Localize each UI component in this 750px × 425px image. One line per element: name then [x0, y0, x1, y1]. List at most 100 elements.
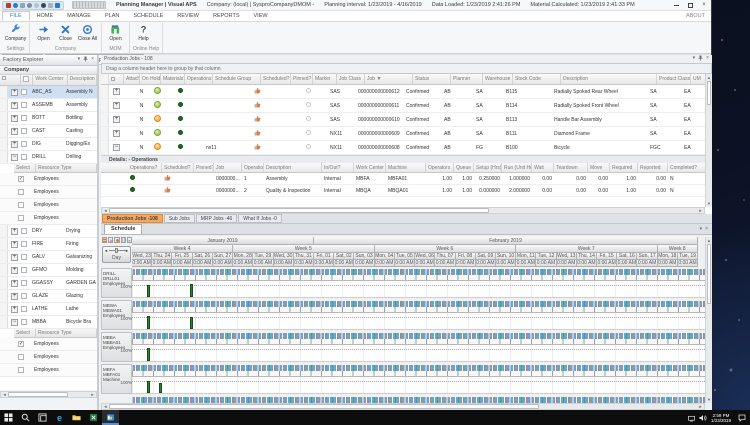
resource-row[interactable]: ✓Employees	[0, 173, 97, 186]
column-header-marker[interactable]: Marker	[313, 74, 337, 84]
expand-icon[interactable]: +	[11, 293, 18, 300]
day-header-cell[interactable]: Sun, 17	[637, 253, 657, 260]
ribbon-button-open[interactable]: Open	[105, 23, 126, 42]
work-center-row[interactable]: +DRYDrying	[0, 225, 97, 238]
pin-icon[interactable]	[698, 55, 703, 63]
time-header-cell[interactable]: 0:00 AM	[132, 260, 152, 267]
time-header-cell[interactable]: 0:00 AM	[233, 260, 253, 267]
day-header-cell[interactable]: Sat, 16	[617, 253, 637, 260]
column-header-planner[interactable]: Planner	[451, 74, 483, 84]
work-center-row[interactable]: −MBBABicycle Bra	[0, 316, 97, 329]
shift-calendar-strip[interactable]	[132, 300, 705, 307]
time-header-cell[interactable]: 0:00 AM	[354, 260, 374, 267]
expand-icon[interactable]: +	[11, 228, 18, 235]
resource-row[interactable]: ✓Employees	[0, 338, 97, 351]
collapse-icon[interactable]: −	[113, 144, 120, 151]
resource-select-checkbox[interactable]	[18, 215, 24, 221]
day-header-cell[interactable]: Sun, 27	[213, 253, 233, 260]
resource-select-checkbox[interactable]	[18, 367, 24, 373]
job-row[interactable]: +NSAS000000000000610ConfirmedABSAB113Han…	[101, 113, 712, 127]
resource-label[interactable]: MBFAMBFA01Machine100%	[101, 364, 132, 394]
stripes-icon[interactable]	[102, 237, 107, 243]
collapse-icon[interactable]: −	[11, 154, 18, 161]
day-header-cell[interactable]: Sat, 02	[334, 253, 354, 260]
work-center-row[interactable]: +BOTTBottling	[0, 112, 97, 125]
file-explorer-icon[interactable]	[68, 410, 85, 425]
detail-column-header-job[interactable]: Job	[214, 163, 242, 172]
day-header-cell[interactable]: Fri, 15	[597, 253, 617, 260]
day-header-cell[interactable]: Sun, 10	[496, 253, 516, 260]
column-header-productclass[interactable]: Product Class	[657, 74, 691, 84]
expand-icon[interactable]: +	[11, 254, 18, 261]
week-header-cell[interactable]: Week 8	[658, 245, 698, 253]
scroll-right-icon[interactable]: ►	[697, 208, 704, 213]
column-header-scheduled[interactable]: Scheduled?	[261, 74, 291, 84]
job-row[interactable]: +NSAS000000000000612ConfirmedABSAB115Rad…	[101, 85, 712, 99]
resource-row[interactable]: Employees	[0, 186, 97, 199]
group-by-drop-zone[interactable]: Drag a column header here to group by th…	[101, 63, 712, 74]
taskbar-clock[interactable]: 2:59 PM 1/23/2019	[711, 413, 731, 423]
scroll-left-icon[interactable]: ◄	[102, 404, 109, 409]
jobs-tab-sub-jobs[interactable]: Sub Jobs	[164, 214, 195, 223]
work-center-checkbox[interactable]	[21, 293, 27, 299]
detail-column-header-required[interactable]: Required	[610, 163, 638, 172]
menu-tab-schedule[interactable]: SCHEDULE	[126, 11, 170, 21]
zoom-icon[interactable]	[27, 3, 32, 8]
time-header-cell[interactable]: 0:00 AM	[274, 260, 294, 267]
day-header-cell[interactable]: Sat, 09	[476, 253, 496, 260]
refresh-icon[interactable]	[13, 3, 18, 8]
resource-select-checkbox[interactable]	[18, 202, 24, 208]
work-center-checkbox[interactable]	[21, 267, 27, 273]
task-view-icon[interactable]	[34, 410, 51, 425]
time-header-cell[interactable]: 0:00 AM	[415, 260, 435, 267]
detail-column-header-completed[interactable]: Completed?	[668, 163, 706, 172]
timescale-zoom-slider[interactable]: ◄ ► Day	[102, 246, 131, 263]
column-header-work-center[interactable]: Work Center	[33, 75, 67, 85]
time-header-cell[interactable]: 0:00 AM	[253, 260, 273, 267]
work-center-checkbox[interactable]	[21, 254, 27, 260]
tray-display-icon[interactable]	[688, 409, 695, 425]
job-row[interactable]: +NNX11000000000000609ConfirmedABSAB111Di…	[101, 127, 712, 141]
schedule-hscrollbar[interactable]: ◄ ►	[101, 403, 705, 410]
resource-column-header[interactable]: Resource Type	[36, 164, 97, 172]
work-center-checkbox[interactable]	[21, 89, 27, 95]
ribbon-button-company[interactable]: Company	[5, 23, 26, 42]
fill-circle-icon[interactable]	[114, 237, 119, 243]
day-header-cell[interactable]: Tue, 29	[253, 253, 273, 260]
resource-select-checkbox[interactable]: ✓	[18, 341, 24, 347]
day-header-cell[interactable]: Thu, 14	[577, 253, 597, 260]
column-header-materials[interactable]: Materials?	[161, 74, 185, 84]
green-app-icon[interactable]	[85, 410, 102, 425]
column-header-attach[interactable]: Attach	[124, 74, 140, 84]
day-header-cell[interactable]: Mon, 18	[658, 253, 678, 260]
resource-select-checkbox[interactable]	[18, 189, 24, 195]
column-header-description[interactable]: Description	[561, 74, 657, 84]
work-center-checkbox[interactable]	[21, 128, 27, 134]
column-header-stockcode[interactable]: Stock Code	[513, 74, 561, 84]
options-icon[interactable]	[34, 3, 39, 8]
time-header-cell[interactable]: 0:00 AM	[314, 260, 334, 267]
resource-column-header[interactable]: Select	[14, 164, 36, 172]
expand-icon[interactable]: +	[113, 102, 120, 109]
utilization-lane[interactable]	[132, 377, 705, 394]
work-center-checkbox[interactable]	[21, 280, 27, 286]
work-center-row[interactable]: +DIGDigging/Ex	[0, 138, 97, 151]
month-header-cell[interactable]: January 2019	[132, 237, 314, 245]
expand-icon[interactable]: +	[11, 306, 18, 313]
column-header-onhold[interactable]: On Hold	[140, 74, 161, 84]
scroll-down-icon[interactable]: ▼	[706, 200, 712, 207]
close-icon[interactable]: ×	[91, 56, 94, 64]
expand-icon[interactable]: +	[11, 115, 18, 122]
week-header-cell[interactable]: Week 6	[375, 245, 516, 253]
dropdown-icon[interactable]: ▾	[78, 56, 81, 64]
jobs-hscrollbar[interactable]: ◄ ►	[101, 207, 705, 214]
load-bar[interactable]	[147, 316, 150, 329]
work-center-checkbox[interactable]	[21, 228, 27, 234]
utilization-lane[interactable]	[132, 345, 705, 362]
day-header-cell[interactable]: Mon, 11	[516, 253, 536, 260]
work-center-row[interactable]: +GALVGalvanizing	[0, 251, 97, 264]
expand-icon[interactable]: +	[11, 102, 18, 109]
pin-icon[interactable]	[83, 56, 88, 64]
work-center-checkbox[interactable]	[21, 115, 27, 121]
expand-icon[interactable]: +	[113, 130, 120, 137]
